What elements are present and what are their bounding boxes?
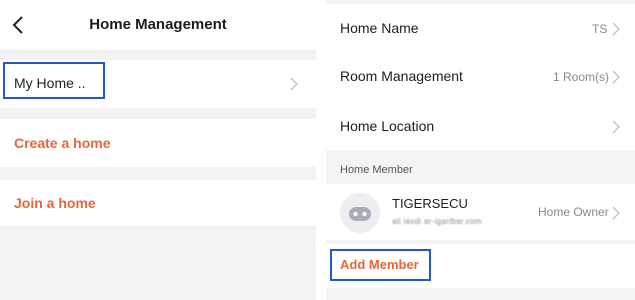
page-title: Home Management [89, 16, 227, 33]
home-location-row[interactable]: Home Location [326, 101, 635, 150]
header: Home Management [0, 0, 316, 50]
member-name: TIGERSECU [392, 196, 468, 211]
member-role: Home Owner [538, 205, 609, 219]
chevron-right-icon [612, 70, 620, 84]
chevron-right-icon [612, 120, 620, 134]
create-home-label: Create a home [14, 135, 111, 151]
home-name-row[interactable]: Home Name TS [326, 4, 635, 52]
members-section-title: Home Member [340, 164, 413, 176]
join-home-label: Join a home [14, 195, 96, 211]
room-management-row[interactable]: Room Management 1 Room(s) [326, 52, 635, 101]
home-location-label: Home Location [340, 118, 435, 134]
member-row[interactable]: TIGERSECU ali iaxdi ar-igaribar.com Home… [326, 184, 635, 240]
room-management-label: Room Management [340, 68, 463, 84]
home-settings-panel: Home Name TS Room Management 1 Room(s) H… [326, 0, 635, 300]
home-management-panel: Home Management My Home .. Create a home… [0, 0, 316, 300]
avatar [340, 193, 380, 233]
create-home-button[interactable]: Create a home [0, 119, 316, 167]
member-email: ali iaxdi ar-igaribar.com [392, 217, 482, 226]
chevron-right-icon [612, 206, 620, 220]
join-home-button[interactable]: Join a home [0, 180, 316, 226]
add-member-label: Add Member [340, 257, 419, 272]
home-name-value: TS [592, 22, 608, 36]
home-name-label: My Home .. [14, 75, 86, 91]
chevron-right-icon [290, 77, 298, 91]
chevron-right-icon [612, 22, 620, 36]
add-member-button[interactable]: Add Member [326, 244, 635, 288]
room-count-value: 1 Room(s) [553, 70, 610, 84]
home-name-label: Home Name [340, 20, 419, 36]
home-list-item[interactable]: My Home .. [0, 60, 316, 108]
